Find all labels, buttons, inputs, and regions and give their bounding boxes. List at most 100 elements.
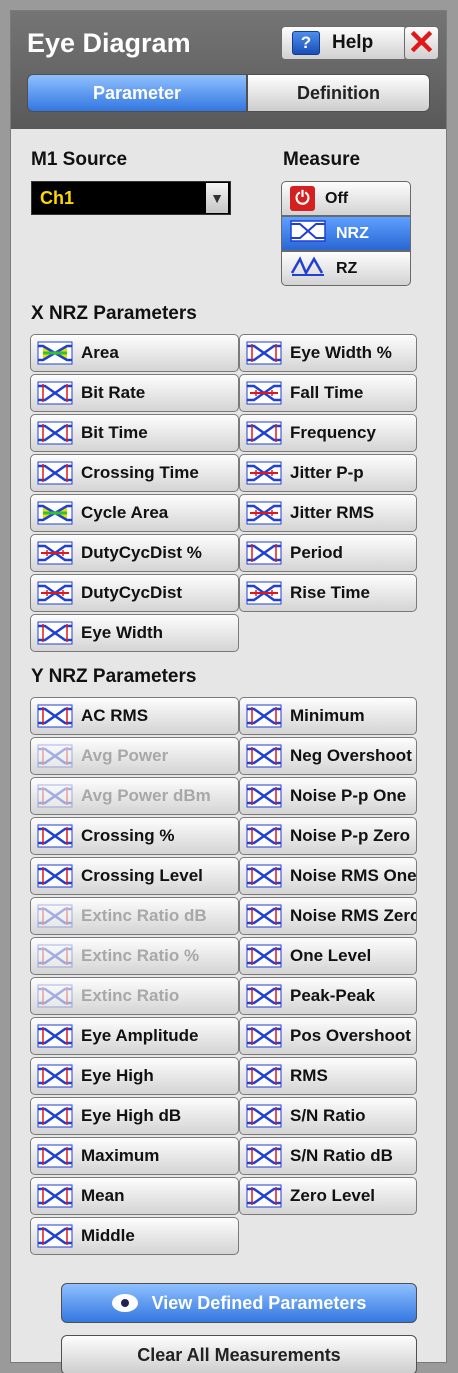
param-button-rise-time[interactable]: Rise Time	[239, 574, 417, 612]
param-button-mean[interactable]: Mean	[30, 1177, 239, 1215]
param-button-sn-ratio-db[interactable]: S/N Ratio dB	[239, 1137, 417, 1175]
param-button-eye-width[interactable]: Eye Width	[30, 614, 239, 652]
param-button-sn-ratio[interactable]: S/N Ratio	[239, 1097, 417, 1135]
help-button[interactable]: ? Help	[281, 26, 407, 60]
measure-rz-label: RZ	[336, 259, 358, 277]
param-label: Frequency	[290, 423, 376, 442]
param-label: S/N Ratio dB	[290, 1146, 393, 1165]
eye-diagram-panel: Eye Diagram ? Help ✕ Parameter Definitio…	[10, 10, 447, 1373]
param-label: Eye High	[81, 1066, 154, 1085]
param-label: Eye Amplitude	[81, 1026, 199, 1045]
noise-rms-one-icon	[246, 864, 282, 888]
param-button-crossing-time[interactable]: Crossing Time	[30, 454, 239, 492]
param-button-crossing-percent[interactable]: Crossing %	[30, 817, 239, 855]
param-button-maximum[interactable]: Maximum	[30, 1137, 239, 1175]
param-button-jitter-pp[interactable]: Jitter P-p	[239, 454, 417, 492]
crossing-percent-icon	[37, 824, 73, 848]
param-label: Pos Overshoot	[290, 1026, 411, 1045]
param-button-noise-pp-zero[interactable]: Noise P-p Zero	[239, 817, 417, 855]
param-button-avg-power[interactable]: Avg Power	[30, 737, 239, 775]
minimum-icon	[246, 704, 282, 728]
cycle-area-icon	[37, 501, 73, 525]
param-button-avg-power-dbm[interactable]: Avg Power dBm	[30, 777, 239, 815]
tab-definition[interactable]: Definition	[247, 74, 430, 112]
param-button-middle[interactable]: Middle	[30, 1217, 239, 1255]
eye-high-db-icon	[37, 1104, 73, 1128]
param-button-neg-overshoot[interactable]: Neg Overshoot	[239, 737, 417, 775]
param-label: Crossing Level	[81, 866, 203, 885]
param-label: S/N Ratio	[290, 1106, 366, 1125]
param-button-zero-level[interactable]: Zero Level	[239, 1177, 417, 1215]
param-button-duty-cyc-dist[interactable]: DutyCycDist	[30, 574, 239, 612]
param-button-period[interactable]: Period	[239, 534, 417, 572]
avg-power-icon	[37, 744, 73, 768]
noise-rms-zero-icon	[246, 904, 282, 928]
duty-cyc-dist-percent-icon	[37, 541, 73, 565]
rise-time-icon	[246, 581, 282, 605]
measure-nrz-label: NRZ	[336, 224, 369, 242]
param-button-extinc-ratio[interactable]: Extinc Ratio	[30, 977, 239, 1015]
param-label: Avg Power dBm	[81, 786, 211, 805]
close-button[interactable]: ✕	[404, 26, 439, 60]
eye-width-icon	[37, 621, 73, 645]
param-label: Bit Rate	[81, 383, 146, 402]
measure-off-button[interactable]: ⏻ Off	[281, 181, 411, 216]
param-button-bit-time[interactable]: Bit Time	[30, 414, 239, 452]
param-button-noise-rms-one[interactable]: Noise RMS One	[239, 857, 417, 895]
param-label: Rise Time	[290, 583, 371, 602]
param-label: Eye Width %	[290, 343, 392, 362]
peak-peak-icon	[246, 984, 282, 1008]
param-button-extinc-ratio-db[interactable]: Extinc Ratio dB	[30, 897, 239, 935]
param-button-peak-peak[interactable]: Peak-Peak	[239, 977, 417, 1015]
close-icon: ✕	[407, 24, 436, 62]
param-label: Noise RMS One	[290, 866, 417, 885]
param-button-extinc-ratio-percent[interactable]: Extinc Ratio %	[30, 937, 239, 975]
rms-icon	[246, 1064, 282, 1088]
param-label: Crossing Time	[81, 463, 199, 482]
param-label: Extinc Ratio dB	[81, 906, 207, 925]
source-dropdown[interactable]: Ch1 ▼	[31, 181, 231, 215]
eye-width-percent-icon	[246, 341, 282, 365]
param-button-area[interactable]: Area	[30, 334, 239, 372]
eye-icon	[111, 1294, 138, 1312]
measure-nrz-button[interactable]: NRZ	[281, 216, 411, 251]
param-button-jitter-rms[interactable]: Jitter RMS	[239, 494, 417, 532]
param-button-minimum[interactable]: Minimum	[239, 697, 417, 735]
view-defined-parameters-button[interactable]: View Defined Parameters	[61, 1283, 417, 1323]
param-label: Fall Time	[290, 383, 364, 402]
chevron-down-icon[interactable]: ▼	[206, 183, 228, 213]
param-label: Peak-Peak	[290, 986, 376, 1005]
param-label: Eye Width	[81, 623, 164, 642]
param-label: Mean	[81, 1186, 125, 1205]
param-button-pos-overshoot[interactable]: Pos Overshoot	[239, 1017, 417, 1055]
param-label: Noise RMS Zero	[290, 906, 417, 925]
param-button-crossing-level[interactable]: Crossing Level	[30, 857, 239, 895]
extinc-ratio-percent-icon	[37, 944, 73, 968]
param-button-noise-pp-one[interactable]: Noise P-p One	[239, 777, 417, 815]
middle-icon	[37, 1224, 73, 1248]
param-button-eye-high[interactable]: Eye High	[30, 1057, 239, 1095]
clear-all-measurements-button[interactable]: Clear All Measurements	[61, 1335, 417, 1373]
param-button-eye-high-db[interactable]: Eye High dB	[30, 1097, 239, 1135]
help-icon: ?	[292, 31, 320, 55]
param-button-fall-time[interactable]: Fall Time	[239, 374, 417, 412]
param-button-rms[interactable]: RMS	[239, 1057, 417, 1095]
param-label: Area	[81, 343, 119, 362]
param-label: Zero Level	[290, 1186, 376, 1205]
param-label: AC RMS	[81, 706, 149, 725]
param-button-frequency[interactable]: Frequency	[239, 414, 417, 452]
param-button-duty-cyc-dist-percent[interactable]: DutyCycDist %	[30, 534, 239, 572]
param-button-ac-rms[interactable]: AC RMS	[30, 697, 239, 735]
param-button-eye-width-percent[interactable]: Eye Width %	[239, 334, 417, 372]
param-button-bit-rate[interactable]: Bit Rate	[30, 374, 239, 412]
param-button-cycle-area[interactable]: Cycle Area	[30, 494, 239, 532]
noise-pp-zero-icon	[246, 824, 282, 848]
param-button-eye-amplitude[interactable]: Eye Amplitude	[30, 1017, 239, 1055]
param-button-one-level[interactable]: One Level	[239, 937, 417, 975]
param-label: Noise P-p One	[290, 786, 407, 805]
panel-title: Eye Diagram	[27, 28, 191, 58]
tab-parameter[interactable]: Parameter	[27, 74, 247, 112]
param-button-noise-rms-zero[interactable]: Noise RMS Zero	[239, 897, 417, 935]
measure-rz-button[interactable]: RZ	[281, 251, 411, 286]
x-params-title: X NRZ Parameters	[31, 303, 197, 324]
